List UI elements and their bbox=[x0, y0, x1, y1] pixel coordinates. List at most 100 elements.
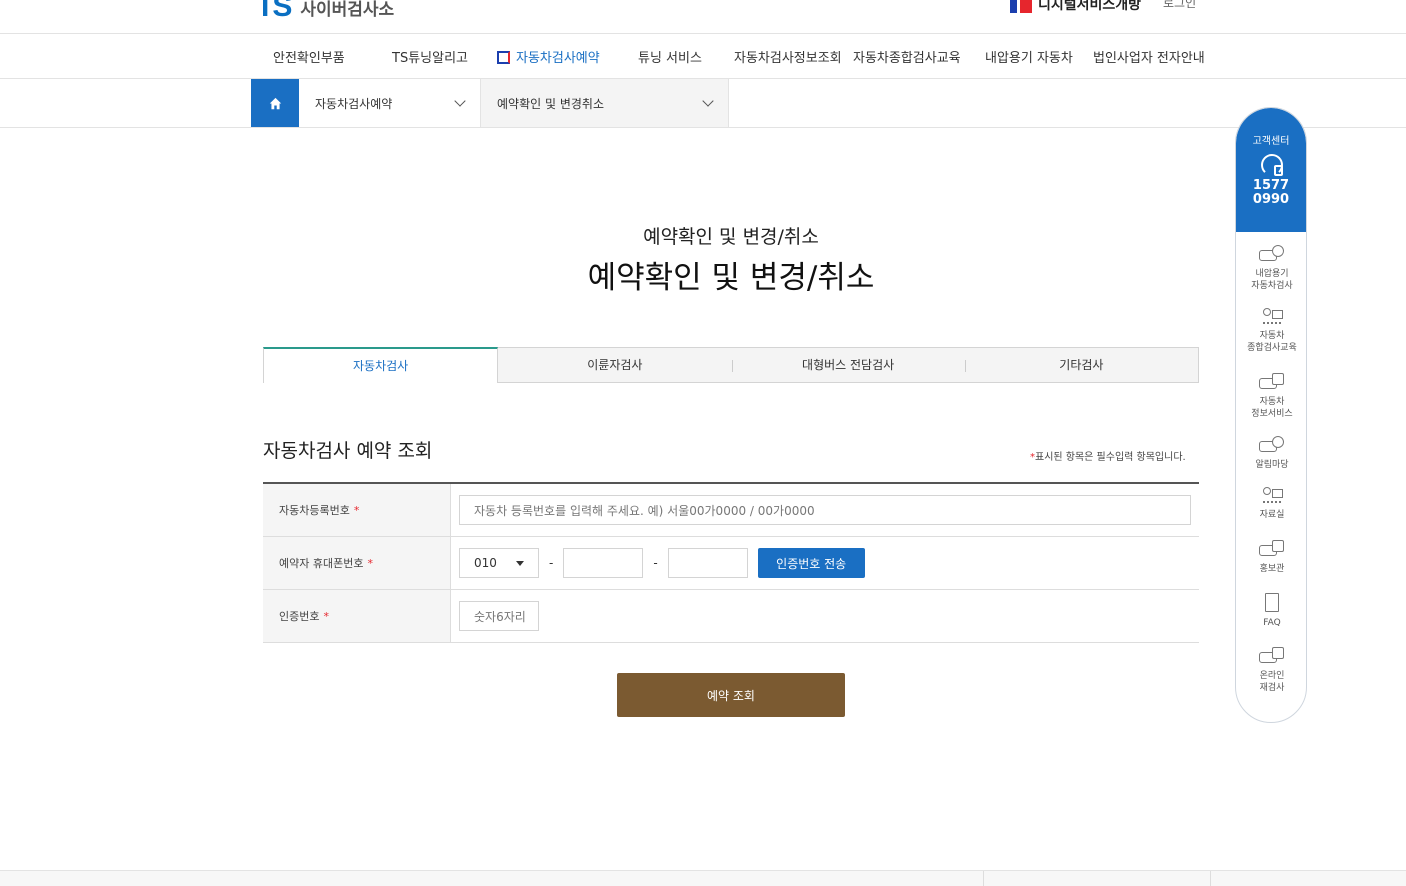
form-row-plate: 자동차등록번호 * 자동차 등록번호를 입력해 주세요. 예) 서울00가0000… bbox=[263, 484, 1199, 537]
code-field-cell: 숫자6자리 bbox=[451, 590, 1199, 642]
phone-field-cell: 010 - - 인증번호 전송 bbox=[451, 537, 1199, 589]
quick-item-label: 자료실 bbox=[1259, 510, 1285, 520]
site-name: 사이버검사소 bbox=[300, 0, 395, 20]
verification-code-input[interactable]: 숫자6자리 bbox=[459, 601, 539, 631]
required-note: *표시된 항목은 필수입력 항목입니다. bbox=[1030, 448, 1186, 463]
breadcrumb-level2-select[interactable]: 예약확인 및 변경취소 bbox=[481, 79, 729, 127]
quick-menu: 고객센터 1577 0990 내압용기 자동차검사 자동차 종합검사교육 자동차… bbox=[1235, 107, 1307, 723]
quick-item-pressure-vessel[interactable]: 내압용기 자동차검사 bbox=[1236, 244, 1306, 292]
car-info-icon bbox=[1258, 372, 1286, 392]
quick-item-label: 정보서비스 bbox=[1251, 409, 1293, 419]
faq-icon bbox=[1258, 593, 1286, 613]
breadcrumb-level1-label: 자동차검사예약 bbox=[315, 96, 393, 111]
nav-item-inspection-reservation[interactable]: 자동차검사예약 bbox=[497, 47, 600, 66]
nav-item-tuning-alligo[interactable]: TS튜닝알리고 bbox=[392, 47, 468, 66]
required-note-text: 표시된 항목은 필수입력 항목입니다. bbox=[1035, 452, 1186, 463]
quick-item-label: FAQ bbox=[1263, 618, 1281, 628]
main-nav: 안전확인부품 TS튜닝알리고 자동차검사예약 튜닝 서비스 자동차검사정보조회 … bbox=[0, 34, 1406, 79]
truck-icon bbox=[1258, 244, 1286, 264]
tab-motorcycle-inspection[interactable]: 이륜자검사 bbox=[498, 348, 731, 382]
search-reservation-button[interactable]: 예약 조회 bbox=[617, 673, 845, 717]
chevron-down-icon bbox=[454, 95, 466, 107]
page-subtitle: 예약확인 및 변경/취소 bbox=[643, 226, 819, 248]
quick-item-label: 온라인 bbox=[1259, 671, 1285, 681]
quick-item-label: 종합검사교육 bbox=[1247, 343, 1297, 353]
phone-prefix-select[interactable]: 010 bbox=[459, 548, 539, 578]
customer-center-tel-1: 1577 bbox=[1252, 178, 1290, 193]
quick-item-label: 자동차 bbox=[1259, 397, 1285, 407]
headset-icon bbox=[1259, 153, 1283, 177]
quick-item-notice[interactable]: 알림마당 bbox=[1236, 435, 1306, 471]
nav-item-safety-parts[interactable]: 안전확인부품 bbox=[273, 47, 345, 66]
quick-item-label: 내압용기 bbox=[1255, 269, 1289, 279]
form-title: 자동차검사 예약 조회 bbox=[263, 440, 433, 462]
phone-middle-input[interactable] bbox=[563, 548, 644, 578]
nav-item-inspection-education[interactable]: 자동차종합검사교육 bbox=[853, 47, 961, 66]
nav-item-tuning-service[interactable]: 튜닝 서비스 bbox=[638, 47, 702, 66]
archive-icon bbox=[1258, 485, 1286, 505]
home-icon bbox=[269, 97, 281, 109]
customer-center[interactable]: 고객센터 1577 0990 bbox=[1236, 108, 1306, 232]
digital-gov-link[interactable]: 디지털서비스개방 bbox=[1010, 0, 1141, 14]
plate-number-input[interactable]: 자동차 등록번호를 입력해 주세요. 예) 서울00가0000 / 00가000… bbox=[459, 495, 1191, 525]
plate-label-text: 자동차등록번호 bbox=[279, 504, 350, 517]
nav-item-label: 자동차검사예약 bbox=[516, 51, 600, 66]
verification-code-placeholder: 숫자6자리 bbox=[474, 609, 526, 624]
page-title: 예약확인 및 변경/취소 bbox=[587, 260, 875, 296]
nav-item-inspection-info[interactable]: 자동차검사정보조회 bbox=[734, 47, 842, 66]
quick-item-label: 알림마당 bbox=[1255, 460, 1289, 470]
digital-gov-icon bbox=[1010, 0, 1032, 13]
digital-gov-label: 디지털서비스개방 bbox=[1038, 0, 1142, 13]
quick-item-archive[interactable]: 자료실 bbox=[1236, 485, 1306, 521]
tab-bus-inspection[interactable]: 대형버스 전담검사 bbox=[731, 348, 965, 382]
phone-last-input[interactable] bbox=[667, 548, 748, 578]
chevron-down-icon bbox=[702, 95, 714, 107]
required-mark: * bbox=[353, 503, 360, 517]
code-label: 인증번호 * bbox=[263, 590, 451, 642]
nav-item-pressure-vessel[interactable]: 내압용기 자동차 bbox=[985, 47, 1073, 66]
ts-logo-mark: TS bbox=[256, 0, 292, 23]
phone-dash: - bbox=[653, 556, 658, 570]
tab-other-inspection[interactable]: 기타검사 bbox=[964, 348, 1198, 382]
promotion-icon bbox=[1258, 539, 1286, 559]
send-code-button[interactable]: 인증번호 전송 bbox=[757, 548, 865, 578]
login-link[interactable]: 로그인 bbox=[1163, 0, 1196, 11]
code-label-text: 인증번호 bbox=[279, 610, 320, 623]
breadcrumb: 자동차검사예약 예약확인 및 변경취소 bbox=[0, 79, 1406, 128]
quick-item-label: 자동차 bbox=[1259, 331, 1285, 341]
digital-mark-icon bbox=[497, 51, 510, 64]
quick-item-label: 홍보관 bbox=[1259, 564, 1285, 574]
plate-label: 자동차등록번호 * bbox=[263, 484, 451, 536]
quick-item-education[interactable]: 자동차 종합검사교육 bbox=[1236, 306, 1306, 354]
phone-label-text: 예약자 휴대폰번호 bbox=[279, 557, 364, 570]
breadcrumb-level1-select[interactable]: 자동차검사예약 bbox=[299, 79, 481, 127]
quick-item-faq[interactable]: FAQ bbox=[1236, 593, 1306, 629]
phone-prefix-value: 010 bbox=[474, 556, 497, 570]
caret-down-icon bbox=[516, 560, 524, 566]
footer bbox=[0, 870, 1406, 886]
customer-center-tel-2: 0990 bbox=[1252, 192, 1290, 207]
footer-divider bbox=[1210, 871, 1211, 886]
customer-center-label: 고객센터 bbox=[1252, 136, 1290, 147]
required-mark: * bbox=[323, 609, 329, 623]
tab-car-inspection[interactable]: 자동차검사 bbox=[263, 347, 499, 383]
inspection-tabs: 자동차검사 이륜자검사 대형버스 전담검사 기타검사 bbox=[263, 347, 1199, 383]
quick-item-car-info[interactable]: 자동차 정보서비스 bbox=[1236, 372, 1306, 420]
site-logo[interactable]: TS 사이버검사소 bbox=[256, 0, 394, 24]
quick-item-online-recheck[interactable]: 온라인 재검사 bbox=[1236, 646, 1306, 694]
top-header: TS 사이버검사소 디지털서비스개방 로그인 bbox=[0, 0, 1406, 34]
form-row-phone: 예약자 휴대폰번호 * 010 - - 인증번호 전송 bbox=[263, 537, 1199, 590]
home-button[interactable] bbox=[251, 79, 299, 127]
plate-field-cell: 자동차 등록번호를 입력해 주세요. 예) 서울00가0000 / 00가000… bbox=[451, 484, 1199, 536]
required-mark: * bbox=[367, 556, 373, 570]
nav-item-corporate-notice[interactable]: 법인사업자 전자안내 bbox=[1093, 47, 1205, 66]
phone-dash: - bbox=[549, 556, 554, 570]
reservation-lookup-form: 자동차등록번호 * 자동차 등록번호를 입력해 주세요. 예) 서울00가0000… bbox=[263, 482, 1199, 643]
quick-item-promotion[interactable]: 홍보관 bbox=[1236, 539, 1306, 575]
footer-divider bbox=[983, 871, 984, 886]
notice-icon bbox=[1258, 435, 1286, 455]
form-row-code: 인증번호 * 숫자6자리 bbox=[263, 590, 1199, 643]
education-icon bbox=[1258, 306, 1286, 326]
breadcrumb-level2-label: 예약확인 및 변경취소 bbox=[497, 96, 604, 111]
online-recheck-icon bbox=[1258, 646, 1286, 666]
